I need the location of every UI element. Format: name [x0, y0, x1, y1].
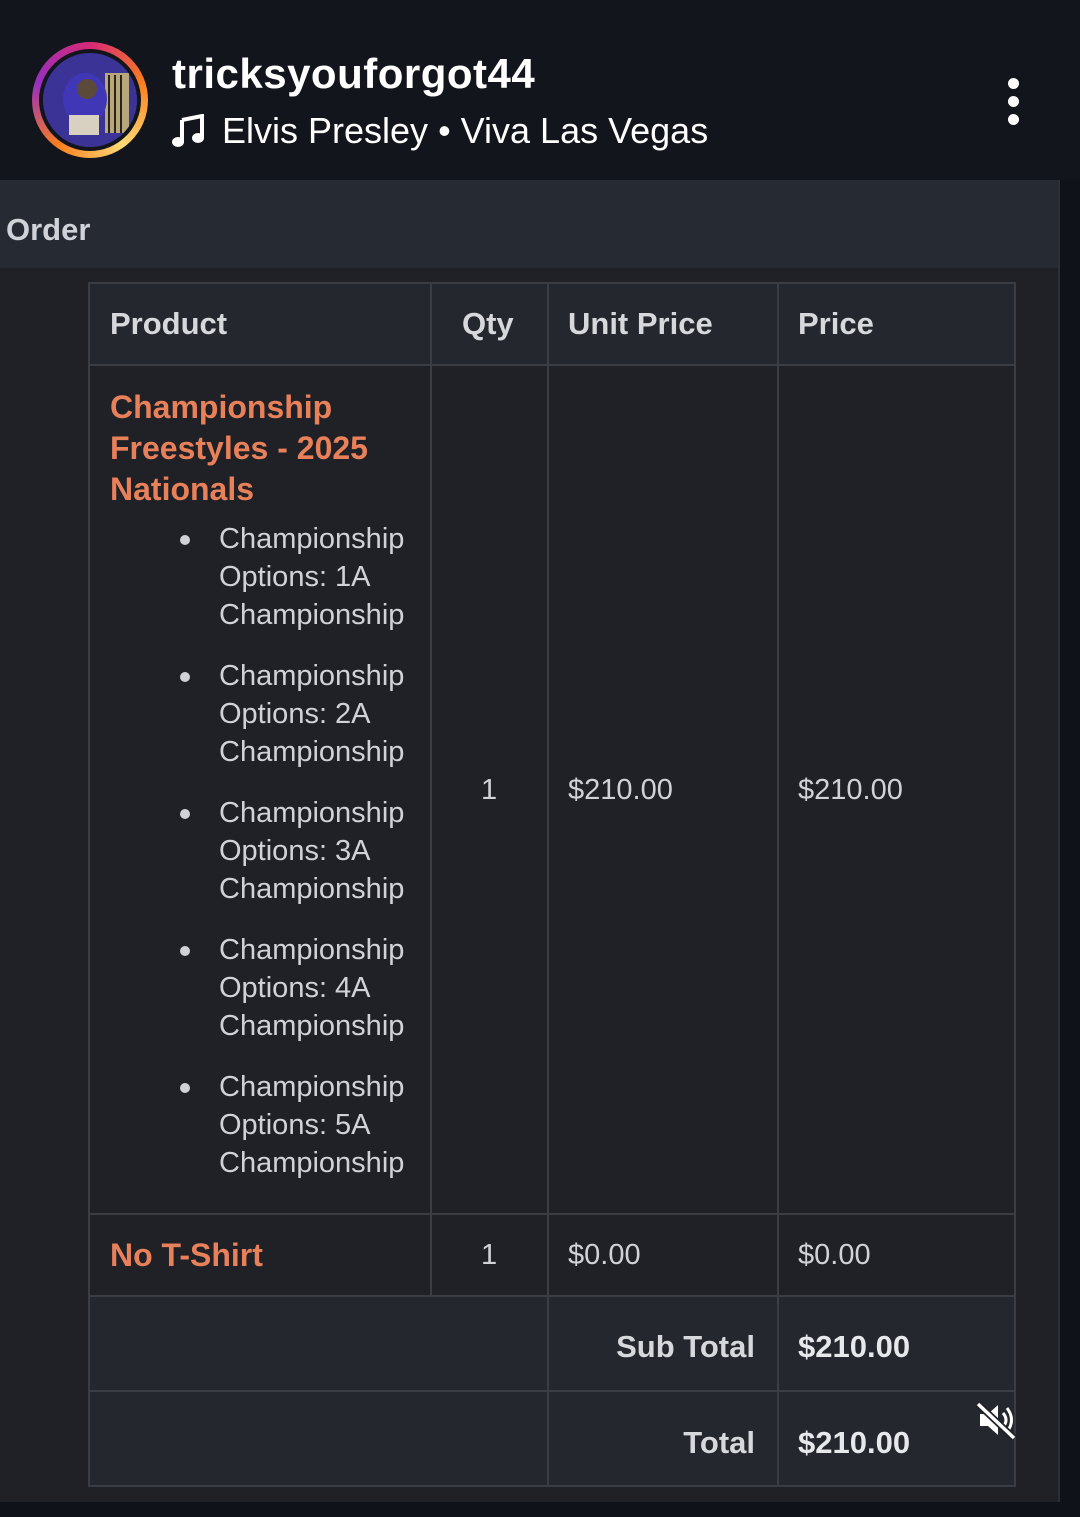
option-line: Championship — [219, 934, 405, 966]
product-title-line[interactable]: Championship — [110, 387, 332, 428]
speaker-muted-icon — [975, 1401, 1017, 1441]
bullet — [180, 1083, 190, 1093]
music-song: Viva Las Vegas — [460, 110, 709, 151]
option-line: Championship — [219, 660, 405, 692]
music-note-icon — [172, 114, 204, 147]
column-header-qty: Qty — [462, 306, 514, 341]
bullet — [180, 672, 190, 682]
product-title-line[interactable]: No T-Shirt — [110, 1235, 263, 1276]
bullet — [180, 809, 190, 819]
subtotal-spacer-cell — [88, 1295, 549, 1392]
option-line: Options: 3A — [219, 835, 371, 867]
subtotal-value: $210.00 — [798, 1329, 911, 1364]
option-line: Championship — [219, 1071, 405, 1103]
bullet — [180, 535, 190, 545]
item-qty: 1 — [481, 1239, 498, 1271]
order-header-bar — [0, 180, 1058, 268]
total-value: $210.00 — [798, 1425, 911, 1460]
total-spacer-cell — [88, 1390, 549, 1487]
panel-scrollbar[interactable] — [1058, 180, 1060, 1502]
more-vertical-icon — [1008, 78, 1019, 89]
music-info[interactable]: Elvis Presley • Viva Las Vegas — [172, 110, 708, 152]
option-line: Championship — [219, 797, 405, 829]
product-title-line[interactable]: Nationals — [110, 469, 254, 510]
subtotal-label: Sub Total — [616, 1329, 755, 1364]
item-unit-price: $210.00 — [568, 774, 673, 806]
option-line: Options: 2A — [219, 698, 371, 730]
bullet — [180, 946, 190, 956]
mute-button[interactable] — [968, 1392, 1024, 1448]
option-line: Championship — [219, 873, 405, 905]
option-line: Options: 1A — [219, 561, 371, 593]
option-line: Championship — [219, 523, 405, 555]
column-header-product: Product — [110, 306, 228, 341]
column-header-price: Price — [798, 306, 874, 341]
option-line: Championship — [219, 1147, 405, 1179]
item-price: $0.00 — [798, 1239, 871, 1271]
product-title-line[interactable]: Freestyles - 2025 — [110, 428, 368, 469]
username[interactable]: tricksyouforgot44 — [172, 50, 535, 98]
option-line: Options: 4A — [219, 972, 371, 1004]
more-options-button[interactable] — [998, 76, 1030, 128]
story-header — [0, 0, 1080, 180]
column-header-unit-price: Unit Price — [568, 306, 713, 341]
bottom-strip — [0, 1502, 1080, 1517]
avatar[interactable] — [32, 42, 148, 158]
avatar-image — [43, 53, 137, 147]
item-unit-price: $0.00 — [568, 1239, 641, 1271]
music-separator: • — [438, 110, 451, 151]
option-line: Options: 5A — [219, 1109, 371, 1141]
option-line: Championship — [219, 1010, 405, 1042]
item-qty: 1 — [481, 774, 498, 806]
total-label: Total — [683, 1425, 755, 1460]
option-line: Championship — [219, 736, 405, 768]
item-price: $210.00 — [798, 774, 903, 806]
music-artist: Elvis Presley — [222, 110, 429, 151]
option-line: Championship — [219, 599, 405, 631]
order-title: Order — [6, 212, 91, 247]
